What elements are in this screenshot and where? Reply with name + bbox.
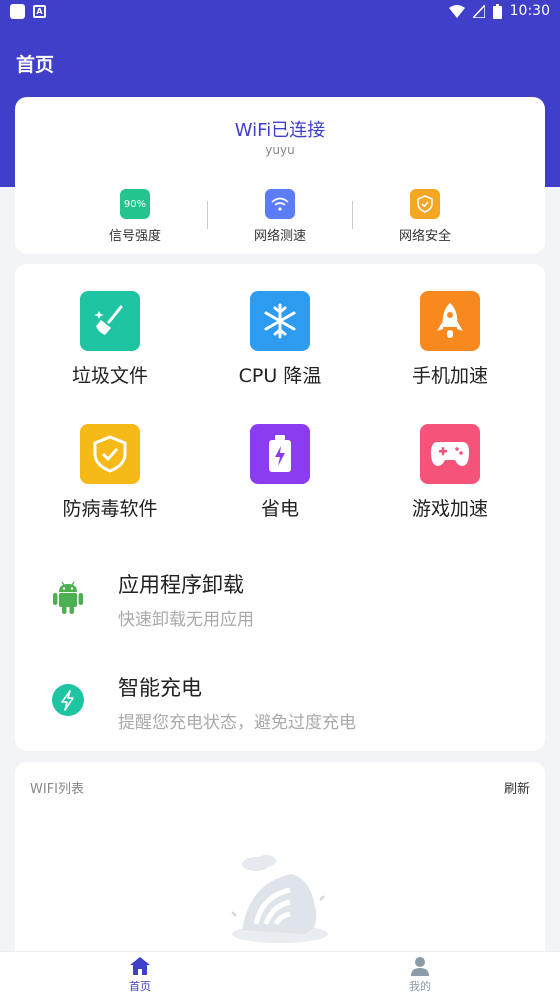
tool-label: 防病毒软件 bbox=[62, 498, 158, 520]
tools-card: 垃圾文件 CPU 降温 手机加速 防病毒软件 省电 游戏加速 应用程序卸载 快速… bbox=[15, 264, 545, 751]
quick-label: 网络测速 bbox=[253, 229, 306, 244]
refresh-button[interactable]: 刷新 bbox=[504, 778, 530, 797]
wifi-icon bbox=[265, 189, 295, 219]
power-saving-button[interactable]: 省电 bbox=[210, 424, 350, 521]
wifi-ssid: yuyu bbox=[265, 143, 295, 157]
row-title: 智能充电 bbox=[118, 676, 202, 700]
notification-icon bbox=[10, 4, 25, 19]
bottom-navigation: 首页 我的 bbox=[0, 951, 560, 997]
tool-label: 手机加速 bbox=[411, 365, 488, 387]
quick-label: 网络安全 bbox=[398, 229, 451, 244]
broom-icon bbox=[80, 291, 140, 351]
shield-check-icon bbox=[80, 424, 140, 484]
signal-strength-button[interactable]: 90% 信号强度 bbox=[75, 189, 195, 244]
tool-label: 游戏加速 bbox=[411, 498, 488, 520]
app-uninstall-item[interactable]: 应用程序卸载 快速卸载无用应用 bbox=[15, 564, 545, 644]
junk-files-button[interactable]: 垃圾文件 bbox=[40, 291, 180, 388]
row-subtitle: 提醒您充电状态，避免过度充电 bbox=[118, 713, 356, 733]
speed-test-button[interactable]: 网络测速 bbox=[220, 189, 340, 244]
game-boost-button[interactable]: 游戏加速 bbox=[380, 424, 520, 521]
tool-label: 省电 bbox=[260, 498, 299, 520]
tool-label: 垃圾文件 bbox=[71, 365, 148, 387]
gamepad-icon bbox=[420, 424, 480, 484]
rocket-icon bbox=[420, 291, 480, 351]
wifi-connection-status: WiFi已连接 bbox=[234, 120, 326, 141]
signal-badge: 90% bbox=[123, 198, 147, 210]
cell-signal-icon bbox=[472, 4, 485, 18]
android-icon bbox=[51, 580, 85, 614]
nav-profile[interactable]: 我的 bbox=[380, 956, 460, 994]
wifi-status-card: WiFi已连接 yuyu 90% 信号强度 网络测速 网络安全 bbox=[15, 97, 545, 254]
signal-strength-icon: 90% bbox=[120, 189, 150, 219]
divider bbox=[352, 201, 353, 229]
divider bbox=[207, 201, 208, 229]
page-title: 首页 bbox=[16, 54, 55, 76]
empty-state-illustration bbox=[231, 855, 328, 943]
wifi-list-title: WIFI列表 bbox=[30, 782, 84, 797]
clock: 10:30 bbox=[509, 3, 550, 19]
phone-boost-button[interactable]: 手机加速 bbox=[380, 291, 520, 388]
home-icon bbox=[130, 957, 150, 975]
network-security-button[interactable]: 网络安全 bbox=[365, 189, 485, 244]
lightning-icon bbox=[51, 683, 85, 717]
battery-icon bbox=[250, 424, 310, 484]
quick-label: 信号强度 bbox=[108, 229, 161, 244]
nav-label: 我的 bbox=[409, 980, 431, 993]
shield-icon bbox=[410, 189, 440, 219]
nav-home[interactable]: 首页 bbox=[100, 956, 180, 994]
cpu-cooling-button[interactable]: CPU 降温 bbox=[210, 291, 350, 388]
app-notification-icon: A bbox=[33, 5, 46, 18]
antivirus-button[interactable]: 防病毒软件 bbox=[40, 424, 180, 521]
tool-label: CPU 降温 bbox=[238, 365, 322, 387]
status-bar: A 10:30 bbox=[0, 0, 560, 24]
row-subtitle: 快速卸载无用应用 bbox=[118, 610, 254, 630]
person-icon bbox=[411, 957, 429, 976]
nav-label: 首页 bbox=[129, 980, 151, 993]
battery-status-icon bbox=[492, 3, 502, 19]
wifi-signal-icon bbox=[448, 4, 465, 18]
row-title: 应用程序卸载 bbox=[118, 573, 244, 597]
smart-charging-item[interactable]: 智能充电 提醒您充电状态，避免过度充电 bbox=[15, 667, 545, 747]
snowflake-icon bbox=[250, 291, 310, 351]
